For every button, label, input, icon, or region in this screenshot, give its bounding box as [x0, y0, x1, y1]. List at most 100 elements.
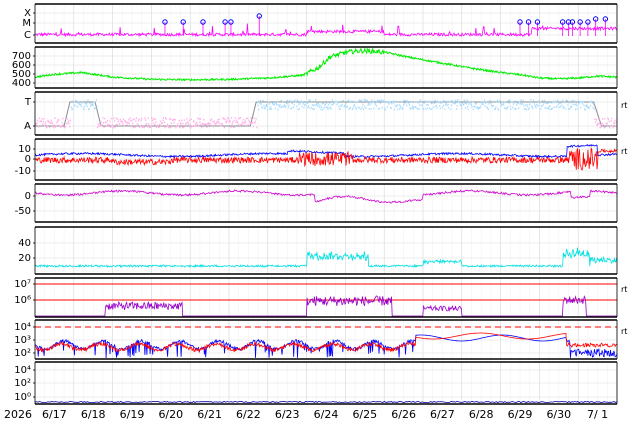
toward-point — [432, 102, 434, 104]
toward-point — [364, 105, 366, 108]
toward-point — [528, 107, 530, 109]
away-point — [178, 119, 180, 122]
toward-point — [360, 108, 362, 110]
toward-point — [474, 105, 476, 108]
toward-point — [507, 99, 509, 102]
away-point — [231, 122, 233, 125]
x-tick-label: 6/30 — [546, 408, 571, 421]
away-point — [69, 125, 71, 128]
toward-point — [260, 99, 262, 102]
toward-point — [330, 108, 332, 110]
away-point — [133, 118, 136, 120]
away-point — [146, 125, 149, 128]
toward-point — [396, 104, 398, 106]
away-point — [134, 126, 136, 128]
toward-point — [398, 104, 400, 106]
toward-point — [443, 104, 445, 107]
toward-point — [271, 108, 273, 110]
toward-point — [476, 107, 478, 110]
away-point — [603, 126, 605, 129]
away-point — [129, 117, 131, 119]
away-point — [36, 122, 38, 124]
away-point — [602, 124, 604, 126]
toward-point — [582, 100, 584, 103]
toward-point — [465, 103, 467, 105]
toward-point — [316, 105, 319, 107]
panel-side-label: rt — [621, 147, 627, 156]
toward-point — [322, 108, 324, 111]
stacked-chart: XMC700600500400TArt100-10rt0-50402010⁷10… — [4, 3, 627, 421]
toward-point — [466, 99, 468, 101]
toward-point — [327, 103, 330, 106]
toward-point — [568, 108, 570, 111]
away-point — [611, 117, 613, 120]
away-point — [110, 117, 112, 120]
toward-point — [362, 108, 365, 110]
away-point — [117, 120, 119, 123]
toward-point — [456, 108, 458, 110]
toward-point — [525, 104, 527, 106]
away-point — [52, 124, 54, 127]
toward-point — [501, 103, 503, 106]
toward-point — [300, 100, 302, 102]
toward-point — [95, 107, 97, 109]
toward-point — [311, 104, 313, 106]
toward-point — [581, 101, 583, 104]
toward-point — [512, 103, 515, 106]
away-point — [118, 124, 120, 127]
toward-point — [573, 100, 575, 102]
toward-point — [373, 107, 375, 110]
panel-density — [34, 227, 618, 274]
away-point — [196, 123, 198, 125]
toward-point — [313, 104, 315, 107]
away-point — [48, 121, 50, 123]
away-point — [62, 117, 64, 120]
toward-point — [319, 104, 321, 107]
away-point — [155, 126, 158, 129]
y-tick-label: 40 — [18, 238, 31, 249]
x-tick-label: 6/24 — [314, 408, 339, 421]
away-point — [97, 123, 99, 126]
toward-point — [404, 102, 406, 105]
toward-point — [291, 107, 293, 110]
toward-point — [389, 101, 391, 104]
away-point — [218, 118, 220, 121]
toward-point — [289, 100, 291, 103]
away-point — [113, 117, 115, 120]
toward-point — [269, 106, 271, 108]
toward-point — [357, 106, 359, 109]
toward-point — [454, 102, 456, 105]
away-point — [199, 118, 202, 120]
toward-point — [379, 102, 381, 104]
toward-point — [447, 103, 449, 106]
toward-point — [401, 108, 403, 111]
away-point — [159, 123, 161, 126]
toward-point — [281, 105, 283, 108]
toward-point — [593, 103, 595, 106]
toward-point — [359, 99, 361, 102]
toward-point — [507, 106, 509, 108]
toward-point — [472, 100, 474, 103]
toward-point — [496, 99, 498, 102]
x-tick-label: 6/28 — [469, 408, 494, 421]
toward-point — [379, 107, 381, 110]
toward-point — [476, 102, 478, 105]
toward-point — [527, 103, 529, 106]
toward-point — [520, 99, 522, 101]
toward-point — [423, 108, 425, 111]
toward-point — [393, 101, 395, 104]
away-point — [152, 122, 154, 124]
toward-point — [320, 108, 322, 111]
toward-point — [547, 102, 549, 104]
toward-point — [77, 105, 79, 108]
toward-point — [432, 100, 434, 102]
toward-point — [400, 106, 402, 109]
away-point — [181, 119, 183, 122]
panel-lowest — [34, 362, 618, 404]
away-point — [607, 118, 610, 121]
away-point — [163, 117, 165, 119]
toward-point — [257, 104, 259, 107]
toward-point — [71, 108, 74, 110]
toward-point — [335, 100, 337, 103]
away-point — [246, 124, 248, 127]
